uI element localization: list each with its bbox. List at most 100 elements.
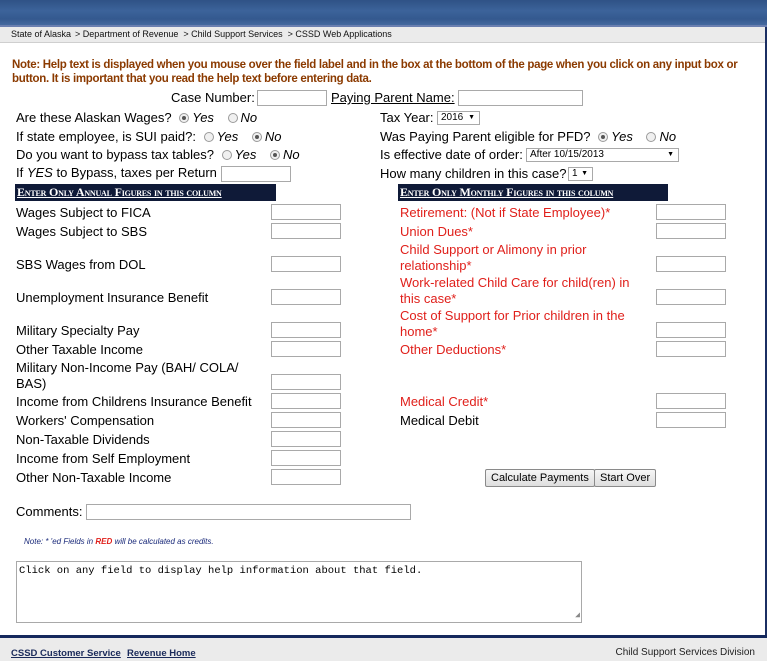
breadcrumb-cssd-web-apps[interactable]: > CSSD Web Applications — [288, 29, 392, 39]
pfd-no-label: No — [659, 129, 677, 144]
wages-fica-input[interactable] — [271, 204, 341, 220]
sui-paid-yes-radio[interactable] — [203, 131, 214, 142]
sui-paid-yes-label: Yes — [216, 129, 239, 144]
bypass-tax-yes-radio[interactable] — [221, 149, 232, 160]
alaskan-wages-row: Are these Alaskan Wages? Yes No — [16, 110, 263, 126]
bypass-tax-row: Do you want to bypass tax tables? Yes No — [16, 147, 306, 163]
annual-field-label: Military Specialty Pay — [16, 323, 140, 338]
military-specialty-input[interactable] — [271, 322, 341, 338]
credits-note-red: RED — [95, 537, 113, 546]
alaskan-wages-no-label: No — [240, 110, 258, 125]
annual-field-label: Other Non-Taxable Income — [16, 470, 172, 485]
cssd-customer-service-link[interactable]: CSSD Customer Service — [11, 648, 121, 659]
children-count-select[interactable]: 1 ▼ — [568, 167, 593, 181]
self-employment-input[interactable] — [271, 450, 341, 466]
sui-paid-no-radio[interactable] — [251, 131, 262, 142]
annual-field-label: Unemployment Insurance Benefit — [16, 290, 209, 305]
tax-year-select[interactable]: 2016 ▼ — [437, 111, 480, 125]
pfd-yes-radio[interactable] — [598, 131, 609, 142]
credits-note-prefix: Note: * 'ed Fields in — [24, 537, 96, 546]
sui-paid-label: If state employee, is SUI paid?: — [16, 129, 196, 144]
pfd-yes-label: Yes — [611, 129, 633, 144]
credits-note: Note: * 'ed Fields in RED will be calcul… — [24, 537, 214, 546]
bypass-tax-no-radio[interactable] — [269, 149, 280, 160]
annual-field-label: Wages Subject to FICA — [16, 205, 151, 220]
child-care-input[interactable] — [656, 289, 726, 305]
other-taxable-input[interactable] — [271, 341, 341, 357]
prior-children-support-input[interactable] — [656, 322, 726, 338]
case-number-input[interactable] — [257, 90, 327, 106]
bypass-tax-yes-label: Yes — [234, 147, 257, 162]
comments-label: Comments: — [16, 504, 83, 519]
childrens-insurance-input[interactable] — [271, 393, 341, 409]
sui-paid-row: If state employee, is SUI paid?: Yes No — [16, 129, 288, 145]
union-dues-input[interactable] — [656, 223, 726, 239]
help-textarea[interactable]: Click on any field to display help infor… — [16, 561, 582, 623]
bypass-emph: YES — [26, 165, 53, 180]
monthly-field-label: Child Support or Alimony in prior relati… — [400, 242, 587, 273]
credits-note-suffix: will be calculated as credits. — [112, 537, 214, 546]
breadcrumb-revenue[interactable]: > Department of Revenue — [75, 29, 178, 39]
medical-credit-input[interactable] — [656, 393, 726, 409]
calculate-payments-button[interactable]: Calculate Payments — [485, 469, 595, 487]
case-number-label: Case Number: — [171, 90, 255, 105]
annual-column-heading: Enter Only Annual Figures in this column — [15, 184, 276, 201]
chevron-down-icon: ▼ — [581, 170, 588, 177]
help-text: Click on any field to display help infor… — [19, 565, 423, 577]
alaskan-wages-yes-radio[interactable] — [179, 112, 190, 123]
breadcrumb: State of Alaska > Department of Revenue > … — [0, 27, 765, 43]
paying-parent-label[interactable]: Paying Parent Name: — [331, 90, 455, 106]
effective-date-label: Is effective date of order: — [380, 147, 523, 162]
annual-field-label: Income from Self Employment — [16, 451, 191, 466]
monthly-field-label: Medical Credit* — [400, 394, 489, 409]
bypass-tax-label: Do you want to bypass tax tables? — [16, 147, 215, 162]
sui-paid-no-label: No — [264, 129, 282, 144]
bypass-tax-no-label: No — [282, 147, 300, 162]
monthly-field-label: Work-related Child Care for child(ren) i… — [400, 275, 630, 306]
start-over-button[interactable]: Start Over — [594, 469, 657, 487]
pfd-no-radio[interactable] — [646, 131, 657, 142]
comments-input[interactable] — [86, 504, 411, 520]
bypass-suffix: to Bypass, taxes per Return — [52, 165, 217, 180]
alaskan-wages-yes-label: Yes — [192, 110, 214, 125]
monthly-field-label: Medical Debit — [400, 413, 479, 428]
pfd-row: Was Paying Parent eligible for PFD? Yes … — [380, 129, 682, 145]
bypass-prefix: If — [16, 165, 27, 180]
wages-sbs-input[interactable] — [271, 223, 341, 239]
footer: CSSD Customer Service Revenue Home Child… — [0, 638, 767, 661]
resize-grip-icon[interactable]: ◢ — [575, 609, 580, 622]
annual-field-label: Military Non-Income Pay (BAH/ COLA/ BAS) — [16, 360, 239, 391]
breadcrumb-child-support[interactable]: > Child Support Services — [183, 29, 282, 39]
breadcrumb-state-of-alaska[interactable]: State of Alaska — [11, 29, 71, 39]
bypass-taxes-input[interactable] — [221, 166, 291, 182]
workers-comp-input[interactable] — [271, 412, 341, 428]
annual-field-label: Wages Subject to SBS — [16, 224, 148, 239]
monthly-field-label: Cost of Support for Prior children in th… — [400, 308, 625, 339]
annual-field-label: Other Taxable Income — [16, 342, 143, 357]
revenue-home-link[interactable]: Revenue Home — [127, 648, 196, 659]
help-note: Note: Help text is displayed when you mo… — [12, 59, 738, 85]
monthly-field-label: Other Deductions* — [400, 342, 507, 357]
pfd-label: Was Paying Parent eligible for PFD? — [380, 129, 591, 144]
non-taxable-dividends-input[interactable] — [271, 431, 341, 447]
annual-field-label: SBS Wages from DOL — [16, 257, 146, 272]
effective-date-value: After 10/15/2013 — [530, 149, 604, 160]
annual-field-label: Income from Childrens Insurance Benefit — [16, 394, 252, 409]
prior-child-support-input[interactable] — [656, 256, 726, 272]
bypass-taxes-label: If YES to Bypass, taxes per Return — [16, 165, 217, 181]
retirement-input[interactable] — [656, 204, 726, 220]
monthly-field-label: Union Dues* — [400, 224, 473, 239]
other-deductions-input[interactable] — [656, 341, 726, 357]
paying-parent-input[interactable] — [458, 90, 583, 106]
unemployment-input[interactable] — [271, 289, 341, 305]
alaskan-wages-label: Are these Alaskan Wages? — [16, 110, 172, 125]
tax-year-value: 2016 — [441, 112, 464, 123]
other-non-taxable-input[interactable] — [271, 469, 341, 485]
alaskan-wages-no-radio[interactable] — [227, 112, 238, 123]
medical-debit-input[interactable] — [656, 412, 726, 428]
military-non-income-input[interactable] — [271, 374, 341, 390]
monthly-field-label: Retirement: (Not if State Employee)* — [400, 205, 611, 220]
sbs-wages-dol-input[interactable] — [271, 256, 341, 272]
chevron-down-icon: ▼ — [468, 114, 475, 121]
effective-date-select[interactable]: After 10/15/2013 ▼ — [526, 148, 679, 162]
